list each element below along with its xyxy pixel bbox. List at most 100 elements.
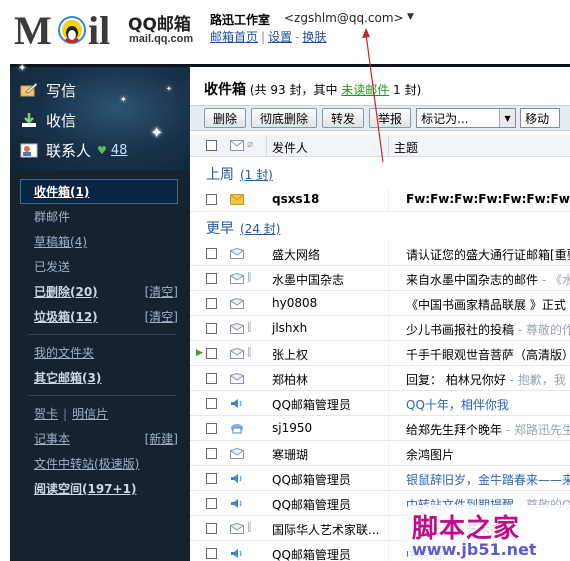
row-checkbox[interactable] bbox=[206, 423, 217, 434]
mail-sender[interactable]: 国际华人艺术家联... bbox=[272, 521, 379, 538]
mail-sender[interactable]: QQ邮箱管理员 bbox=[272, 396, 351, 413]
move-value: 移动 bbox=[525, 111, 550, 126]
folder-label: 阅读空间(197+1) bbox=[34, 482, 137, 496]
mail-sender[interactable]: QQ邮箱管理员 bbox=[272, 471, 351, 488]
row-checkbox[interactable] bbox=[206, 273, 217, 284]
mail-subject: Fw:Fw:Fw:Fw:Fw:Fw:Fw bbox=[406, 192, 570, 206]
file-transfer-link[interactable]: 文件中转站(极速版) bbox=[10, 451, 190, 476]
row-checkbox[interactable] bbox=[206, 248, 217, 259]
mail-subject-cell[interactable]: 来自水墨中国杂志的邮件 - 《水 bbox=[406, 271, 570, 288]
mail-row[interactable]: 寒珊瑚 余鸿图片 bbox=[190, 441, 570, 466]
row-checkbox[interactable] bbox=[206, 548, 217, 559]
account-dropdown-icon[interactable]: ▼ bbox=[407, 12, 414, 22]
postcard-link[interactable]: 明信片 bbox=[72, 405, 108, 422]
folder-label: 垃圾箱(12) bbox=[34, 310, 98, 324]
mail-sender[interactable]: sj1950 bbox=[272, 421, 312, 435]
mail-sender[interactable]: jlshxh bbox=[272, 321, 307, 335]
mail-sender[interactable]: 水墨中国杂志 bbox=[272, 271, 344, 288]
mail-row[interactable]: ∥ jlshxh 少儿书画报社的投稿 - 尊敬的作 bbox=[190, 316, 570, 341]
mail-row[interactable]: 盛大网络 请认证您的盛大通行证邮箱[重要] bbox=[190, 241, 570, 266]
mail-row[interactable]: QQ邮箱管理员 银鼠辞旧岁，金牛踏春来——来 bbox=[190, 466, 570, 491]
compose-button[interactable]: 写信 bbox=[20, 77, 76, 103]
column-from[interactable]: 发件人 bbox=[272, 139, 308, 156]
mail-sender[interactable]: hy0808 bbox=[272, 296, 317, 310]
settings-link[interactable]: 设置 bbox=[268, 30, 292, 44]
reading-space-link[interactable]: 阅读空间(197+1) bbox=[10, 476, 190, 501]
folder-deleted[interactable]: 已删除(20) [清空] bbox=[10, 279, 190, 304]
mail-row[interactable]: ▶ ∥ 张上权 千手千眼观世音菩萨（高清版） bbox=[190, 341, 570, 366]
row-checkbox[interactable] bbox=[206, 194, 217, 205]
empty-spam-link[interactable]: [清空] bbox=[145, 308, 178, 325]
mail-sender[interactable]: 盛大网络 bbox=[272, 246, 320, 263]
mail-subject-cell[interactable]: 千手千眼观世音菩萨（高清版） bbox=[406, 346, 570, 363]
mail-subject: 回复： 柏林兄你好 bbox=[406, 373, 506, 387]
mail-subject-cell[interactable]: 少儿书画报社的投稿 - 尊敬的作 bbox=[406, 321, 570, 338]
delete-button[interactable]: 删除 bbox=[204, 108, 247, 128]
mail-sender[interactable]: 张上权 bbox=[272, 346, 308, 363]
receive-mail-button[interactable]: 收信 bbox=[20, 107, 76, 133]
unread-mail-link[interactable]: 未读邮件 bbox=[341, 83, 389, 97]
change-skin-link[interactable]: 换肤 bbox=[302, 30, 326, 44]
row-checkbox[interactable] bbox=[206, 348, 217, 359]
forward-button[interactable]: 转发 bbox=[322, 108, 365, 128]
mail-row[interactable]: hy0808 《中国书画家精品联展 》正式 bbox=[190, 291, 570, 316]
divider bbox=[388, 441, 389, 466]
folder-inbox[interactable]: 收件箱(1) bbox=[20, 179, 178, 204]
divider bbox=[388, 366, 389, 391]
mark-as-select[interactable]: 标记为... ▼ bbox=[416, 108, 517, 128]
purge-button[interactable]: 彻底删除 bbox=[251, 108, 318, 128]
mail-row[interactable]: 郑柏林 回复： 柏林兄你好 - 抱歉，我 bbox=[190, 366, 570, 391]
mail-row[interactable]: QQ邮箱管理员 QQ十年，相伴你我 bbox=[190, 391, 570, 416]
contacts-count[interactable]: 48 bbox=[111, 143, 128, 158]
notebook-link[interactable]: 记事本 bbox=[34, 430, 70, 447]
row-checkbox[interactable] bbox=[206, 323, 217, 334]
qqmail-logo[interactable]: M il bbox=[14, 8, 124, 50]
top-nav: 邮箱首页 | 设置 - 换肤 bbox=[210, 28, 326, 45]
mailbox-home-link[interactable]: 邮箱首页 bbox=[210, 30, 258, 44]
group-count-text: (24 封) bbox=[240, 221, 281, 236]
folder-drafts[interactable]: 草稿箱(4) bbox=[10, 229, 190, 254]
report-button[interactable]: 举报 bbox=[369, 108, 412, 128]
mail-sender[interactable]: QQ邮箱管理员 bbox=[272, 546, 351, 561]
mail-sender[interactable]: QQ邮箱管理员 bbox=[272, 496, 351, 513]
folder-spam[interactable]: 垃圾箱(12) [清空] bbox=[10, 304, 190, 329]
folder-sent[interactable]: 已发送 bbox=[10, 254, 190, 279]
mail-subject-cell[interactable]: 《中国书画家精品联展 》正式 bbox=[406, 296, 566, 313]
mail-sender[interactable]: 寒珊瑚 bbox=[272, 446, 308, 463]
mail-row[interactable]: qsxs18 Fw:Fw:Fw:Fw:Fw:Fw:Fw bbox=[190, 187, 570, 212]
mail-subject-cell[interactable]: 回复： 柏林兄你好 - 抱歉，我 bbox=[406, 371, 566, 388]
mail-subject-cell[interactable]: 余鸿图片 bbox=[406, 446, 454, 463]
row-checkbox[interactable] bbox=[206, 473, 217, 484]
row-checkbox[interactable] bbox=[206, 298, 217, 309]
row-checkbox[interactable] bbox=[206, 373, 217, 384]
row-checkbox[interactable] bbox=[206, 523, 217, 534]
select-all-checkbox[interactable] bbox=[206, 140, 217, 151]
row-checkbox[interactable] bbox=[206, 498, 217, 509]
mail-subject-cell[interactable]: Fw:Fw:Fw:Fw:Fw:Fw:Fw bbox=[406, 192, 570, 206]
mail-row[interactable]: sj1950 给郑先生拜个晚年 - 郑路迅先生 bbox=[190, 416, 570, 441]
other-mailboxes[interactable]: 其它邮箱(3) bbox=[10, 365, 190, 390]
group-count[interactable]: (24 封) bbox=[240, 220, 280, 237]
mail-row[interactable]: ∥ 水墨中国杂志 来自水墨中国杂志的邮件 - 《水 bbox=[190, 266, 570, 291]
paperclip-icon: ∥ bbox=[247, 322, 252, 333]
mail-sender[interactable]: 郑柏林 bbox=[272, 371, 308, 388]
my-folders[interactable]: 我的文件夹 bbox=[10, 340, 190, 365]
new-note-link[interactable]: [新建] bbox=[145, 430, 178, 447]
greeting-card-link[interactable]: 贺卡 bbox=[34, 405, 58, 422]
divider bbox=[388, 416, 389, 441]
contacts-button[interactable]: 联系人 ♥ 48 bbox=[20, 137, 127, 163]
mail-subject-cell[interactable]: 银鼠辞旧岁，金牛踏春来——来 bbox=[406, 471, 570, 488]
empty-deleted-link[interactable]: [清空] bbox=[145, 283, 178, 300]
mail-subject-cell[interactable]: QQ十年，相伴你我 bbox=[406, 396, 509, 413]
mail-subject-cell[interactable]: 给郑先生拜个晚年 - 郑路迅先生 bbox=[406, 421, 570, 438]
row-checkbox[interactable] bbox=[206, 398, 217, 409]
mail-subject-cell[interactable]: 请认证您的盛大通行证邮箱[重要] bbox=[406, 246, 570, 263]
group-count-text: (1 封) bbox=[240, 167, 273, 182]
row-checkbox[interactable] bbox=[206, 448, 217, 459]
group-count[interactable]: (1 封) bbox=[240, 166, 273, 183]
mail-sender[interactable]: qsxs18 bbox=[272, 192, 319, 206]
unread-count: 1 bbox=[393, 83, 401, 97]
column-subject[interactable]: 主题 bbox=[394, 139, 418, 156]
folder-group-mail[interactable]: 群邮件 bbox=[10, 204, 190, 229]
move-select[interactable]: 移动 bbox=[520, 108, 561, 128]
